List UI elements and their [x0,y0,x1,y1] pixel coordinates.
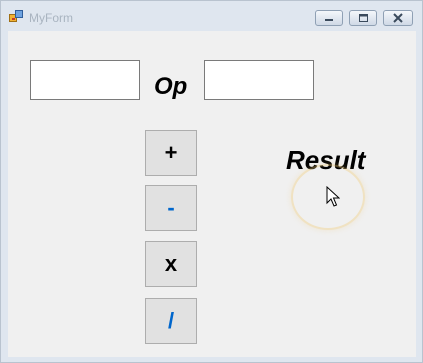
operand2-input[interactable] [204,60,314,100]
minimize-button[interactable] [315,10,343,26]
multiply-button[interactable]: x [145,241,197,287]
add-button[interactable]: + [145,130,197,176]
close-button[interactable] [383,10,413,26]
window-title: MyForm [29,11,73,25]
close-icon [393,13,403,23]
operand1-input[interactable] [30,60,140,100]
myform-window: MyForm Op + - x / Result [0,0,423,363]
title-bar[interactable]: MyForm [1,1,422,31]
subtract-button[interactable]: - [145,185,197,231]
form-client-area: Op + - x / Result [8,31,416,357]
op-label: Op [154,73,188,100]
mouse-cursor-icon [326,186,340,207]
minimize-icon [325,19,333,21]
app-icon [9,10,23,22]
maximize-icon [359,14,368,22]
divide-button[interactable]: / [145,298,197,344]
maximize-button[interactable] [349,10,377,26]
